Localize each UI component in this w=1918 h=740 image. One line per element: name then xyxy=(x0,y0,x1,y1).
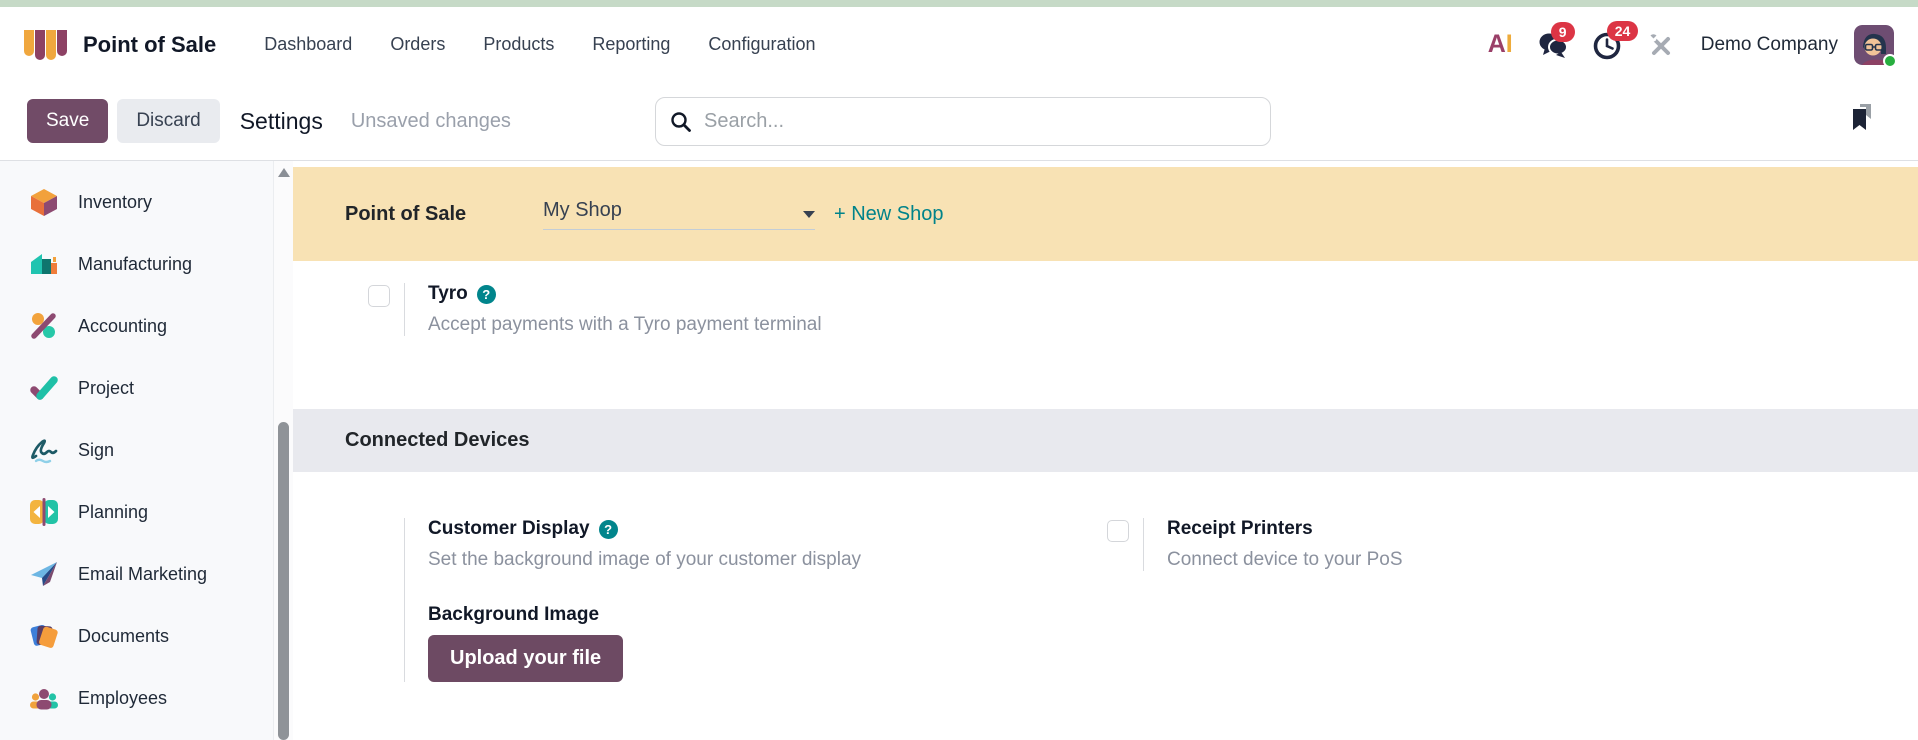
customer-display-text: Customer Display ? Set the background im… xyxy=(404,518,861,682)
bookmark-glyph xyxy=(1853,104,1871,130)
nav-item-configuration[interactable]: Configuration xyxy=(708,34,815,55)
sidebar-item-label: Inventory xyxy=(78,191,153,212)
manufacturing-icon xyxy=(29,249,59,279)
logo-stripe xyxy=(24,29,34,56)
documents-icon xyxy=(29,621,59,651)
activities-count-badge: 24 xyxy=(1606,20,1639,41)
avatar[interactable] xyxy=(1854,24,1897,68)
help-icon[interactable]: ? xyxy=(598,519,618,539)
sidebar-item-accounting[interactable]: Accounting xyxy=(0,295,273,357)
section-title: Connected Devices xyxy=(345,429,530,451)
accounting-percent-icon xyxy=(29,311,59,341)
employees-icon xyxy=(29,683,59,713)
sidebar-item-planning[interactable]: Planning xyxy=(0,481,273,543)
app-name: Point of Sale xyxy=(83,31,217,57)
search-box[interactable] xyxy=(655,97,1271,146)
content-area: Inventory Manufacturing Accounting Proje… xyxy=(0,161,1918,740)
logo-stripe xyxy=(46,29,56,60)
company-name: Demo Company xyxy=(1700,33,1838,55)
tyro-title: Tyro xyxy=(428,283,468,304)
sidebar-item-sign[interactable]: Sign xyxy=(0,419,273,481)
bookmark-icon[interactable] xyxy=(1848,102,1874,137)
sidebar-item-label: Sign xyxy=(78,439,115,460)
connected-devices-section-header: Connected Devices xyxy=(293,409,1918,472)
paper-plane-icon xyxy=(29,559,59,589)
nav-item-orders[interactable]: Orders xyxy=(390,34,445,55)
project-check-icon xyxy=(29,373,59,403)
tyro-setting-box: Tyro ? Accept payments with a Tyro payme… xyxy=(293,283,1918,336)
odoo-ai-icon[interactable]: AI xyxy=(1488,30,1513,59)
sidebar-item-label: Accounting xyxy=(78,315,168,336)
discard-button[interactable]: Discard xyxy=(117,99,220,143)
receipt-printers-setting-box: Receipt Printers Connect device to your … xyxy=(1105,518,1918,682)
logo-stripe xyxy=(35,29,45,60)
sidebar-item-label: Project xyxy=(78,377,135,398)
tools-icon[interactable] xyxy=(1647,32,1673,58)
settings-main-panel: Point of Sale My Shop + New Shop Tyro ? … xyxy=(293,161,1918,740)
sidebar-item-label: Documents xyxy=(78,625,170,646)
nav-item-dashboard[interactable]: Dashboard xyxy=(264,34,352,55)
messages-icon[interactable]: 9 xyxy=(1537,21,1575,59)
nav-menu: Dashboard Orders Products Reporting Conf… xyxy=(264,34,815,55)
receipt-printers-description: Connect device to your PoS xyxy=(1167,549,1403,570)
chevron-down-icon xyxy=(803,210,815,218)
sidebar-item-label: Email Marketing xyxy=(78,563,208,584)
selected-shop-name: My Shop xyxy=(543,198,622,221)
tyro-description: Accept payments with a Tyro payment term… xyxy=(428,314,822,335)
sidebar-item-project[interactable]: Project xyxy=(0,357,273,419)
planning-icon xyxy=(29,497,59,527)
nav-item-products[interactable]: Products xyxy=(483,34,554,55)
top-accent-strip xyxy=(0,0,1918,7)
customer-display-title: Customer Display xyxy=(428,518,590,539)
help-icon[interactable]: ? xyxy=(476,284,496,304)
sidebar-scrollbar[interactable] xyxy=(273,161,293,740)
sidebar-item-label: Employees xyxy=(78,687,168,708)
receipt-printers-title: Receipt Printers xyxy=(1167,518,1313,539)
control-bar: Save Discard Settings Unsaved changes xyxy=(0,82,1918,161)
shop-banner-label: Point of Sale xyxy=(345,202,467,225)
receipt-printers-checkbox[interactable] xyxy=(1107,520,1129,542)
user-menu[interactable]: Demo Company xyxy=(1697,24,1897,68)
ai-letter-a: A xyxy=(1487,30,1506,58)
main-navbar: Point of Sale Dashboard Orders Products … xyxy=(0,7,1918,82)
sidebar-item-documents[interactable]: Documents xyxy=(0,605,273,667)
save-button[interactable]: Save xyxy=(27,99,109,143)
receipt-printers-text: Receipt Printers Connect device to your … xyxy=(1143,518,1403,571)
messages-count-badge: 9 xyxy=(1550,21,1575,42)
inventory-cube-icon xyxy=(29,187,59,217)
settings-sidebar: Inventory Manufacturing Accounting Proje… xyxy=(0,161,273,740)
unsaved-changes-status: Unsaved changes xyxy=(350,109,511,132)
page-title: Settings xyxy=(239,107,323,134)
tyro-checkbox[interactable] xyxy=(368,285,390,307)
sidebar-item-label: Planning xyxy=(78,501,149,522)
tyro-setting-text: Tyro ? Accept payments with a Tyro payme… xyxy=(404,283,822,336)
search-input[interactable] xyxy=(704,110,1256,133)
tools-glyph xyxy=(1650,33,1670,55)
sidebar-item-manufacturing[interactable]: Manufacturing xyxy=(0,233,273,295)
sign-signature-icon xyxy=(29,435,59,465)
search-icon xyxy=(671,111,691,132)
sidebar-item-label: Manufacturing xyxy=(78,253,193,274)
upload-file-button[interactable]: Upload your file xyxy=(428,635,624,682)
background-image-label: Background Image xyxy=(428,604,600,625)
shop-selector-banner: Point of Sale My Shop + New Shop xyxy=(293,167,1918,261)
customer-display-description: Set the background image of your custome… xyxy=(428,549,862,570)
scrollbar-up-arrow[interactable] xyxy=(278,168,290,177)
activities-clock-icon[interactable]: 24 xyxy=(1593,20,1639,60)
logo-stripe xyxy=(57,29,67,56)
ai-letter-i: I xyxy=(1505,30,1513,58)
new-shop-link[interactable]: + New Shop xyxy=(834,203,944,226)
sidebar-item-inventory[interactable]: Inventory xyxy=(0,171,273,233)
shop-select-dropdown[interactable]: My Shop xyxy=(543,199,815,230)
navbar-systray: AI 9 24 Demo Company xyxy=(1488,20,1897,68)
customer-display-setting-box: Customer Display ? Set the background im… xyxy=(293,518,1105,682)
connected-devices-settings-row: Customer Display ? Set the background im… xyxy=(293,518,1918,682)
online-status-dot xyxy=(1883,53,1897,68)
sidebar-item-email-marketing[interactable]: Email Marketing xyxy=(0,543,273,605)
nav-item-reporting[interactable]: Reporting xyxy=(592,34,670,55)
sidebar-item-employees[interactable]: Employees xyxy=(0,667,273,729)
point-of-sale-app-logo[interactable] xyxy=(24,29,68,60)
scrollbar-thumb[interactable] xyxy=(278,422,289,740)
